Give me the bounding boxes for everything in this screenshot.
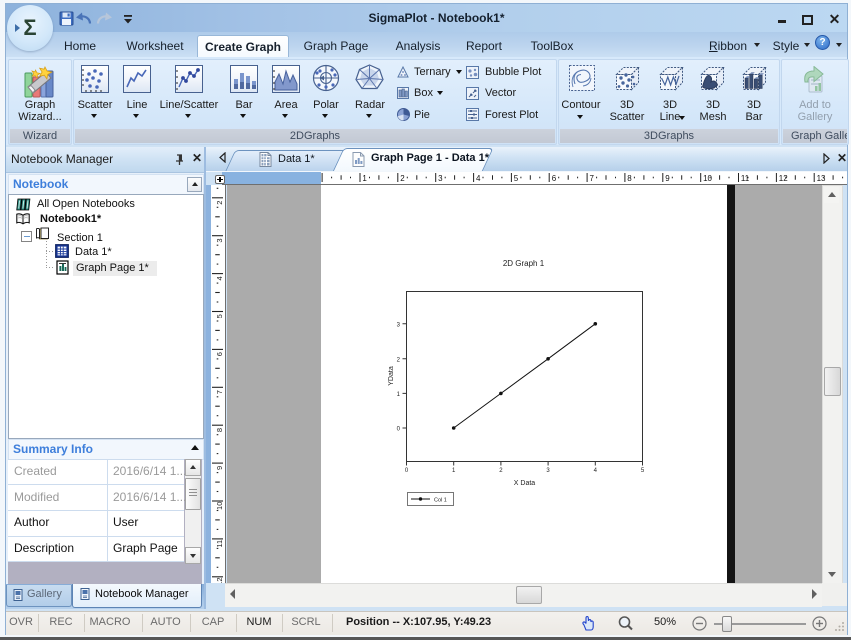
svg-text:5: 5 xyxy=(514,174,519,183)
svg-text:10: 10 xyxy=(215,502,224,510)
svg-text:5: 5 xyxy=(215,314,224,318)
svg-text:YData: YData xyxy=(388,366,395,386)
svg-text:X Data: X Data xyxy=(514,480,536,487)
svg-text:10: 10 xyxy=(703,174,712,183)
svg-text:6: 6 xyxy=(215,352,224,356)
svg-text:5: 5 xyxy=(641,468,645,474)
svg-text:3: 3 xyxy=(397,322,401,328)
svg-text:7: 7 xyxy=(215,390,224,394)
svg-text:2: 2 xyxy=(397,357,401,363)
svg-text:2: 2 xyxy=(499,468,503,474)
svg-text:2D Graph 1: 2D Graph 1 xyxy=(503,259,545,268)
svg-text:13: 13 xyxy=(817,174,826,183)
svg-text:11: 11 xyxy=(741,174,750,183)
svg-text:4: 4 xyxy=(215,276,224,280)
svg-text:11: 11 xyxy=(215,540,224,548)
svg-text:4: 4 xyxy=(594,468,598,474)
svg-text:8: 8 xyxy=(627,174,632,183)
svg-text:9: 9 xyxy=(215,466,224,470)
svg-text:1: 1 xyxy=(452,468,456,474)
svg-text:0: 0 xyxy=(405,468,409,474)
svg-text:6: 6 xyxy=(552,174,557,183)
svg-text:0: 0 xyxy=(397,427,401,433)
svg-text:1: 1 xyxy=(397,392,401,398)
svg-text:3: 3 xyxy=(438,174,443,183)
svg-text:4: 4 xyxy=(476,174,481,183)
svg-text:12: 12 xyxy=(215,577,224,583)
svg-text:2: 2 xyxy=(215,201,224,205)
svg-text:12: 12 xyxy=(779,174,788,183)
svg-text:7: 7 xyxy=(590,174,595,183)
svg-text:8: 8 xyxy=(215,428,224,432)
svg-text:9: 9 xyxy=(665,174,670,183)
svg-text:1: 1 xyxy=(362,174,367,183)
svg-text:3: 3 xyxy=(215,238,224,242)
svg-text:Col 1: Col 1 xyxy=(434,498,447,504)
svg-text:3: 3 xyxy=(546,468,550,474)
svg-text:2: 2 xyxy=(400,174,405,183)
